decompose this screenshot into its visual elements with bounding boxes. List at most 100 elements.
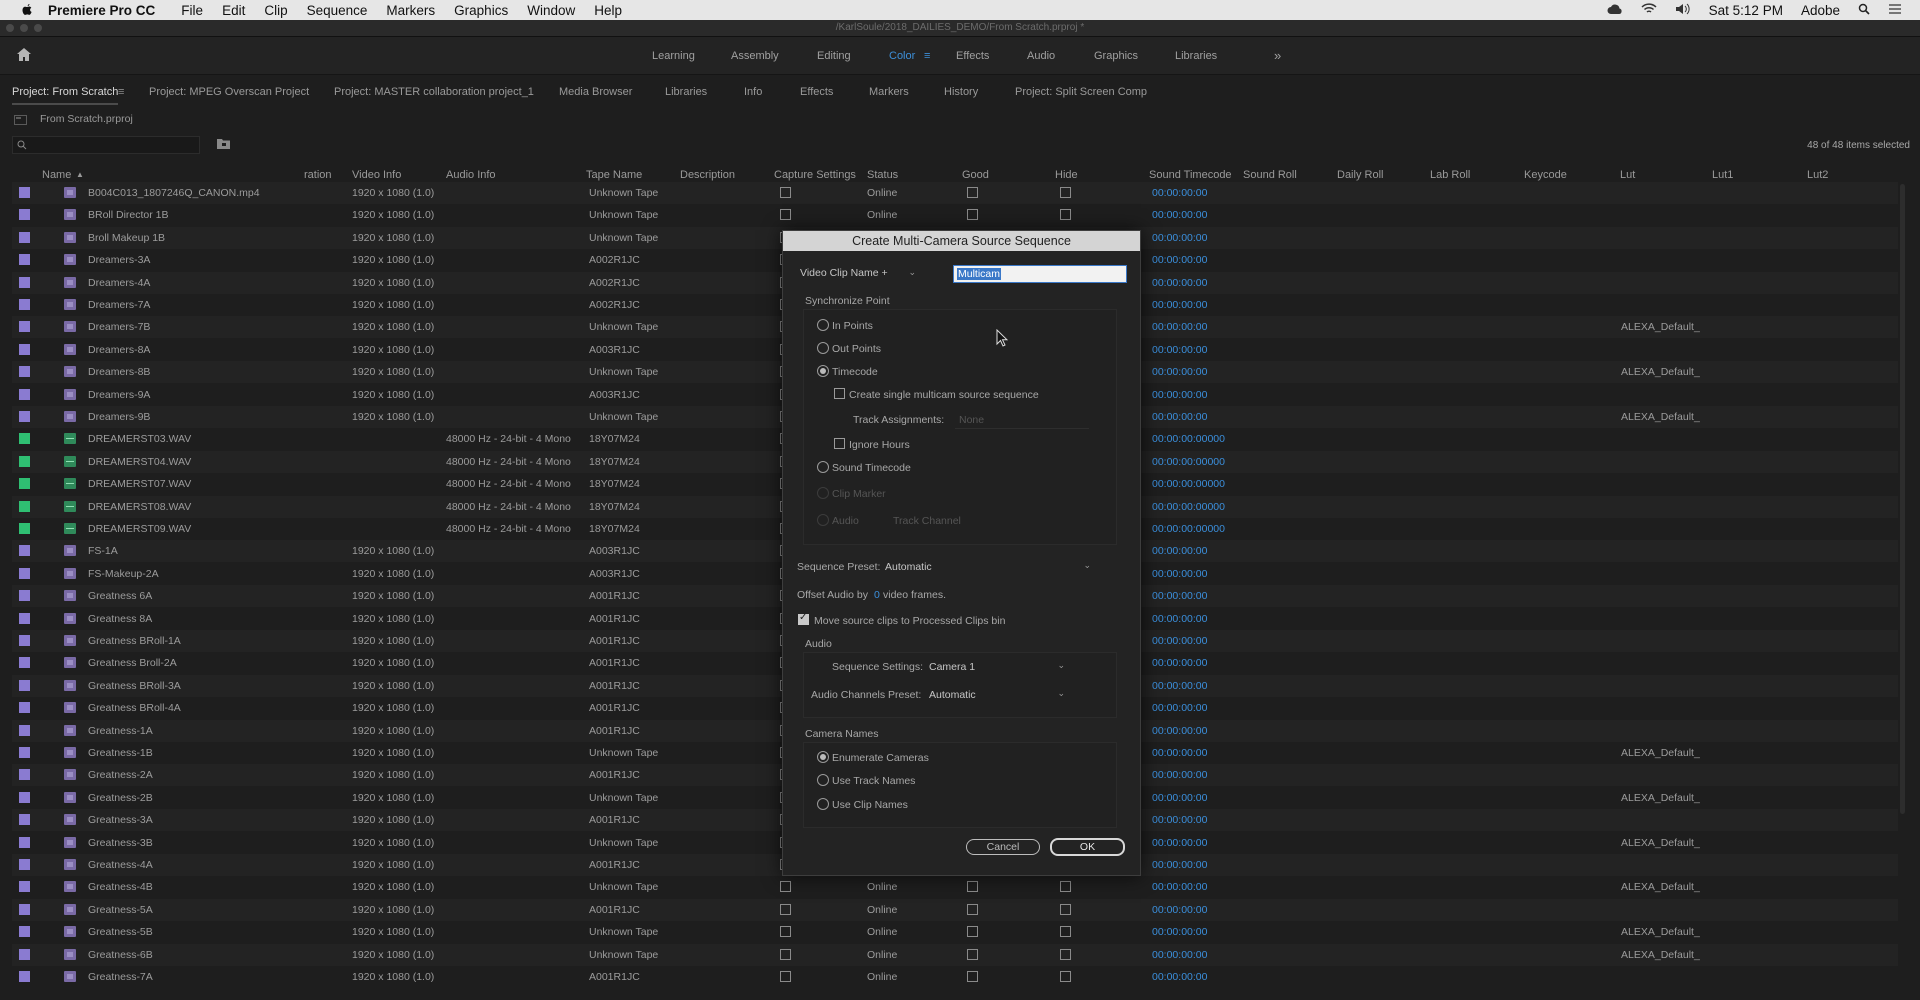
table-row[interactable]: Greatness-5B 1920 x 1080 (1.0) Unknown Tap… [12, 921, 1898, 943]
label-color-swatch[interactable] [19, 254, 30, 266]
new-bin-from-search-icon[interactable] [217, 138, 230, 149]
wifi-icon[interactable] [1641, 2, 1657, 18]
capture-settings-checkbox[interactable] [780, 971, 791, 982]
menu-markers[interactable]: Markers [386, 3, 435, 18]
col-lut2[interactable]: Lut2 [1807, 169, 1828, 181]
move-clips-checkbox[interactable] [798, 612, 809, 625]
label-color-swatch[interactable] [19, 276, 30, 288]
clip-name[interactable]: Greatness BRoll-1A [88, 635, 181, 647]
label-color-swatch[interactable] [19, 769, 30, 781]
label-color-swatch[interactable] [19, 567, 30, 579]
col-hide[interactable]: Hide [1055, 169, 1078, 181]
label-color-swatch[interactable] [19, 724, 30, 736]
clip-name[interactable]: Greatness 6A [88, 590, 152, 602]
label-color-swatch[interactable] [19, 590, 30, 602]
radio-audio[interactable] [817, 514, 829, 526]
vertical-scrollbar[interactable] [1900, 184, 1905, 814]
creative-cloud-icon[interactable] [1607, 3, 1623, 18]
clip-name[interactable]: Greatness-3B [88, 837, 153, 849]
col-capture-settings[interactable]: Capture Settings [774, 169, 856, 181]
good-checkbox[interactable] [967, 926, 978, 938]
label-color-swatch[interactable] [19, 500, 30, 512]
capture-settings-checkbox[interactable] [780, 948, 791, 960]
label-color-swatch[interactable] [19, 455, 30, 467]
label-color-swatch[interactable] [19, 881, 30, 893]
col-good[interactable]: Good [962, 169, 989, 181]
col-lut[interactable]: Lut [1620, 169, 1635, 181]
col-audio-info[interactable]: Audio Info [446, 169, 496, 181]
offset-audio-value[interactable]: 0 [874, 589, 880, 601]
hide-checkbox[interactable] [1060, 948, 1071, 960]
capture-settings-checkbox[interactable] [780, 903, 791, 915]
col-sound-roll[interactable]: Sound Roll [1243, 169, 1297, 181]
label-color-swatch[interactable] [19, 635, 30, 646]
table-row[interactable]: Greatness-5A 1920 x 1080 (1.0) A001R1JC Onl… [12, 898, 1898, 921]
radio-in-points[interactable] [817, 319, 829, 331]
clip-name[interactable]: Dreamers-7A [88, 299, 150, 311]
sequence-name-input[interactable]: Multicam [953, 265, 1127, 283]
label-color-swatch[interactable] [19, 343, 30, 355]
table-row[interactable]: Greatness-4B 1920 x 1080 (1.0) Unknown Tap… [12, 876, 1898, 898]
radio-enumerate-cameras[interactable] [817, 751, 829, 763]
label-color-swatch[interactable] [19, 366, 30, 378]
clip-name[interactable]: Greatness-1B [88, 747, 153, 759]
clip-name[interactable]: Dreamers-8B [88, 366, 150, 378]
table-row[interactable]: Greatness-6B 1920 x 1080 (1.0) Unknown Tap… [12, 943, 1898, 966]
clip-name[interactable]: Greatness-2A [88, 769, 153, 781]
clip-name[interactable]: DREAMERST04.WAV [88, 456, 191, 468]
menu-graphics[interactable]: Graphics [454, 3, 508, 18]
clip-name[interactable]: Broll Makeup 1B [88, 232, 165, 244]
clip-name[interactable]: Greatness-1A [88, 725, 153, 737]
label-color-swatch[interactable] [19, 791, 30, 803]
table-row[interactable]: BRoll Director 1B 1920 x 1080 (1.0) Unknow… [12, 204, 1898, 226]
clip-name[interactable]: Greatness-2B [88, 792, 153, 804]
label-color-swatch[interactable] [19, 299, 30, 310]
tab-info[interactable]: Info [744, 86, 762, 98]
app-menu[interactable]: Premiere Pro CC [48, 3, 155, 18]
notification-center-icon[interactable] [1888, 3, 1902, 18]
workspace-learning[interactable]: Learning [652, 50, 695, 62]
workspace-audio[interactable]: Audio [1027, 50, 1055, 62]
col-daily-roll[interactable]: Daily Roll [1337, 169, 1383, 181]
label-color-swatch[interactable] [19, 545, 30, 557]
radio-use-clip-names[interactable] [817, 798, 829, 810]
radio-clip-marker[interactable] [817, 487, 829, 499]
capture-settings-checkbox[interactable] [780, 926, 791, 938]
label-color-swatch[interactable] [19, 971, 30, 982]
label-color-swatch[interactable] [19, 321, 30, 333]
hide-checkbox[interactable] [1060, 881, 1071, 893]
tab-effects[interactable]: Effects [800, 86, 833, 98]
label-color-swatch[interactable] [19, 926, 30, 938]
clip-name[interactable]: Dreamers-3A [88, 254, 150, 266]
clip-name[interactable]: Greatness-7A [88, 971, 153, 983]
clip-name[interactable]: B004C013_1807246Q_CANON.mp4 [88, 187, 260, 199]
volume-icon[interactable] [1675, 3, 1691, 18]
col-lab-roll[interactable]: Lab Roll [1430, 169, 1470, 181]
clip-name[interactable]: Greatness-5B [88, 926, 153, 938]
menu-file[interactable]: File [181, 3, 203, 18]
label-color-swatch[interactable] [19, 702, 30, 714]
tab-libraries[interactable]: Libraries [665, 86, 707, 98]
menu-edit[interactable]: Edit [222, 3, 245, 18]
label-color-swatch[interactable] [19, 657, 30, 669]
label-color-swatch[interactable] [19, 478, 30, 490]
clip-name[interactable]: Greatness-5A [88, 904, 153, 916]
clip-name[interactable]: Dreamers-7B [88, 321, 150, 333]
clip-name[interactable]: Dreamers-4A [88, 277, 150, 289]
label-color-swatch[interactable] [19, 903, 30, 915]
track-assignments-dropdown[interactable]: None [955, 412, 1089, 429]
good-checkbox[interactable] [967, 209, 978, 221]
capture-settings-checkbox[interactable] [780, 187, 791, 198]
tab-project-master-collaboration[interactable]: Project: MASTER collaboration project_1 [334, 86, 534, 98]
col-duration[interactable]: ration [304, 169, 332, 181]
menu-help[interactable]: Help [594, 3, 622, 18]
label-color-swatch[interactable] [19, 948, 30, 960]
radio-sound-timecode[interactable] [817, 461, 829, 473]
sequence-settings-dropdown[interactable]: Camera 1 ⌄ [929, 659, 1069, 675]
menu-window[interactable]: Window [527, 3, 575, 18]
clip-name[interactable]: Dreamers-9A [88, 389, 150, 401]
clip-name[interactable]: FS-1A [88, 545, 118, 557]
cancel-button[interactable]: Cancel [966, 839, 1040, 855]
good-checkbox[interactable] [967, 948, 978, 960]
label-color-swatch[interactable] [19, 388, 30, 400]
